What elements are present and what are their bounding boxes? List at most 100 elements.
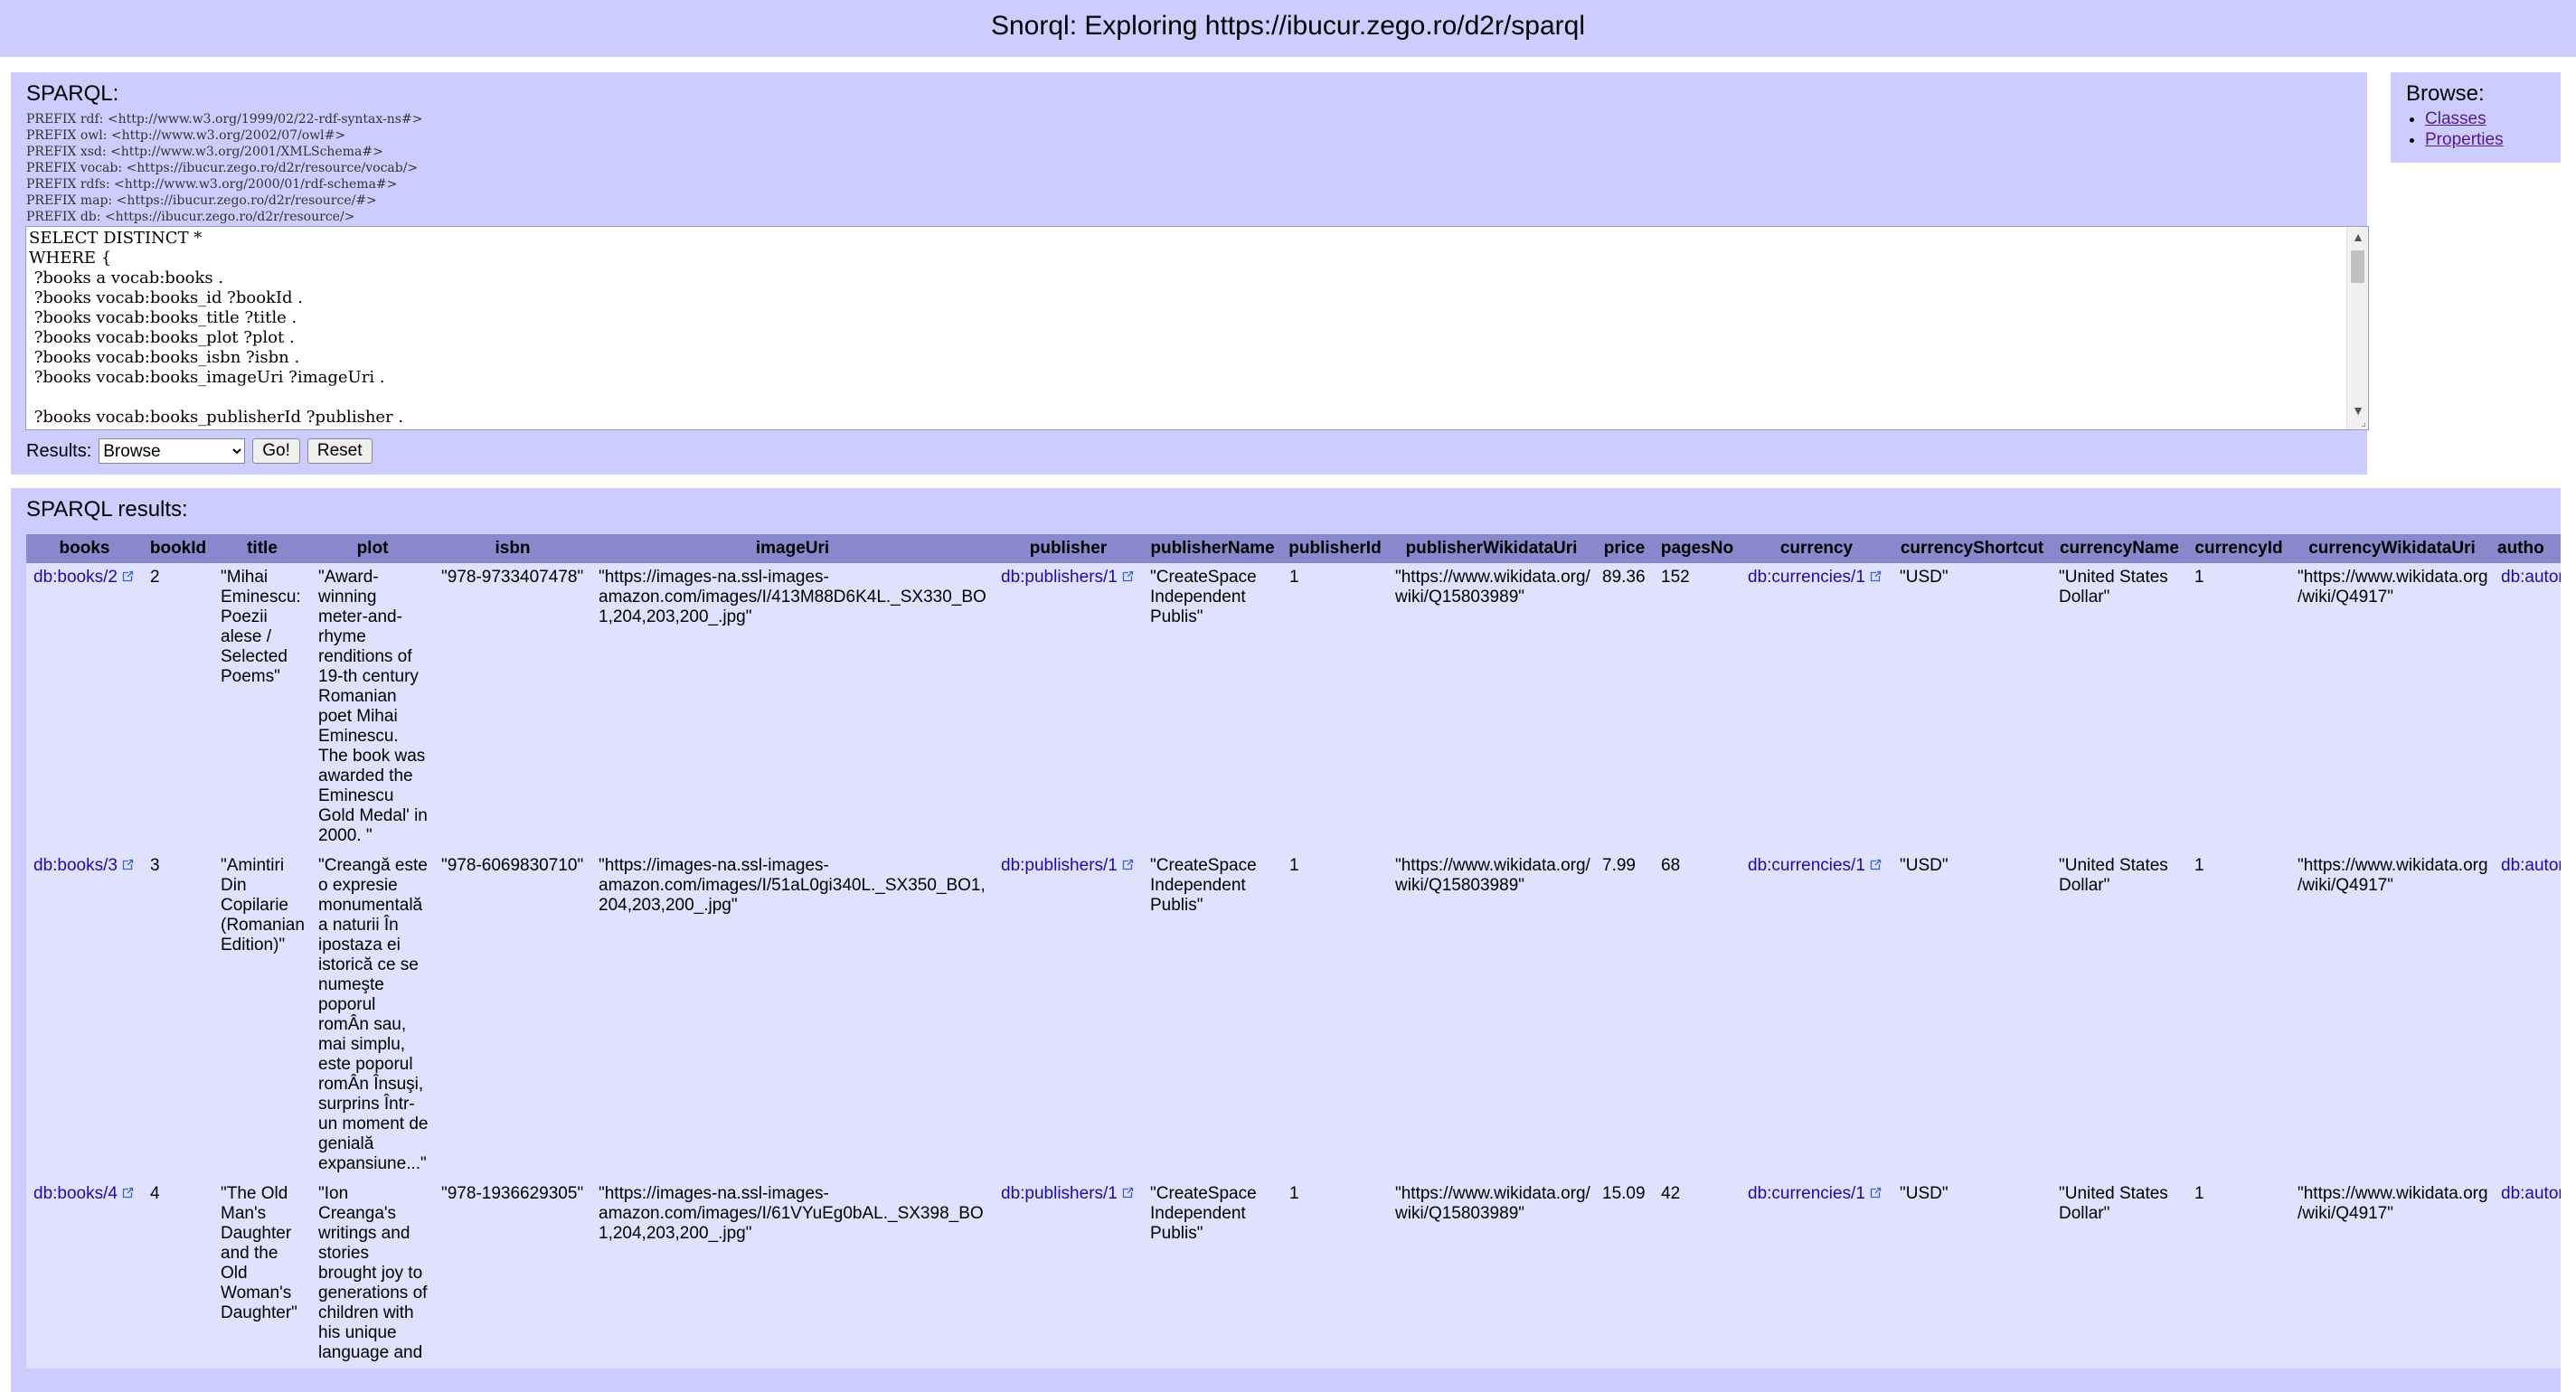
cell-publisherid: 1 <box>1282 851 1388 1180</box>
column-header[interactable]: currencyShortcut <box>1892 534 2052 563</box>
cell-publisherwikidatauri: "https://www.wikidata.org/wiki/Q15803989… <box>1388 563 1595 851</box>
results-format-select[interactable]: Browse <box>99 438 246 464</box>
external-link-icon[interactable] <box>1121 1187 1134 1199</box>
sparql-label: SPARQL: <box>26 81 119 106</box>
column-header[interactable]: publisherName <box>1143 534 1282 563</box>
external-link-icon[interactable] <box>1121 859 1134 871</box>
results-table: books bookId title plot isbn imageUri pu… <box>26 534 2561 1368</box>
external-link-icon[interactable] <box>1121 570 1134 583</box>
query-scrollbar[interactable]: ▲ ▼ <box>2346 227 2368 429</box>
cell-publisher: db:publishers/1 <box>994 563 1143 851</box>
column-header[interactable]: autho <box>2494 534 2561 563</box>
title-value: "Amintiri Din Copilarie (Romanian Editio… <box>221 856 305 955</box>
publisherName-value: "CreateSpace Independent Publis" <box>1150 568 1257 626</box>
column-header[interactable]: publisherWikidataUri <box>1388 534 1595 563</box>
publisherId-value: 1 <box>1289 856 1299 875</box>
cell-plot: "Award-winning meter-and-rhyme rendition… <box>311 563 434 851</box>
cell-isbn: "978-6069830710" <box>434 851 591 1180</box>
chevron-up-icon[interactable]: ▲ <box>2347 227 2368 247</box>
cell-pagesno: 68 <box>1654 851 1741 1180</box>
publisher-link[interactable]: db:publishers/1 <box>1001 568 1118 587</box>
author-link[interactable]: db:autors/ <box>2501 1184 2561 1203</box>
query-textarea[interactable]: SELECT DISTINCT * WHERE { ?books a vocab… <box>25 226 2369 430</box>
column-header[interactable]: currencyName <box>2052 534 2187 563</box>
cell-currencyshortcut: "USD" <box>1892 851 2052 1180</box>
cell-title: "Amintiri Din Copilarie (Romanian Editio… <box>213 851 311 1180</box>
results-panel: SPARQL results: books bookId title plot … <box>11 488 2561 1392</box>
currency-link[interactable]: db:currencies/1 <box>1748 856 1865 875</box>
query-text[interactable]: SELECT DISTINCT * WHERE { ?books a vocab… <box>26 227 2368 429</box>
scrollbar-thumb[interactable] <box>2351 250 2364 283</box>
cell-currency: db:currencies/1 <box>1741 1180 1892 1368</box>
bookId-value: 3 <box>150 856 160 875</box>
books-link[interactable]: db:books/2 <box>33 568 118 587</box>
column-header[interactable]: price <box>1595 534 1654 563</box>
column-header[interactable]: plot <box>311 534 434 563</box>
external-link-icon[interactable] <box>121 859 134 871</box>
cell-books: db:books/2 <box>26 563 143 851</box>
publisherWikidataUri-value: "https://www.wikidata.org/wiki/Q15803989… <box>1395 856 1590 895</box>
currency-link[interactable]: db:currencies/1 <box>1748 1184 1865 1203</box>
classes-link[interactable]: Classes <box>2425 109 2486 128</box>
column-header[interactable]: pagesNo <box>1654 534 1741 563</box>
publisherWikidataUri-value: "https://www.wikidata.org/wiki/Q15803989… <box>1395 568 1590 607</box>
bookId-value: 2 <box>150 568 160 587</box>
cell-imageuri: "https://images-na.ssl-images-amazon.com… <box>591 1180 994 1368</box>
cell-bookid: 4 <box>143 1180 213 1368</box>
column-header[interactable]: publisher <box>994 534 1143 563</box>
pagesNo-value: 42 <box>1661 1184 1681 1203</box>
column-header[interactable]: books <box>26 534 143 563</box>
currencyWikidataUri-value: "https://www.wikidata.org/wiki/Q4917" <box>2298 1184 2488 1223</box>
external-link-icon[interactable] <box>121 1187 134 1199</box>
external-link-icon[interactable] <box>1869 570 1882 583</box>
books-link[interactable]: db:books/3 <box>33 856 118 875</box>
properties-link[interactable]: Properties <box>2425 130 2504 149</box>
cell-title: "The Old Man's Daughter and the Old Woma… <box>213 1180 311 1368</box>
column-header[interactable]: isbn <box>434 534 591 563</box>
cell-currencyname: "United States Dollar" <box>2052 1180 2187 1368</box>
title-value: "Mihai Eminescu: Poezii alese / Selected… <box>221 568 301 686</box>
reset-button[interactable]: Reset <box>307 438 373 464</box>
browse-list: Classes Properties <box>2407 108 2504 150</box>
currencyName-value: "United States Dollar" <box>2059 856 2168 895</box>
publisher-link[interactable]: db:publishers/1 <box>1001 856 1118 875</box>
external-link-icon[interactable] <box>1869 859 1882 871</box>
cell-publisherid: 1 <box>1282 563 1388 851</box>
imageUri-value: "https://images-na.ssl-images-amazon.com… <box>599 856 986 915</box>
cell-price: 89.36 <box>1595 563 1654 851</box>
price-value: 7.99 <box>1602 856 1636 875</box>
author-link[interactable]: db:autors/ <box>2501 856 2561 875</box>
column-header[interactable]: publisherId <box>1282 534 1388 563</box>
resize-grip-icon[interactable]: ⌟ <box>2361 416 2366 428</box>
cell-author: db:autors/ <box>2494 1180 2561 1368</box>
cell-publisher: db:publishers/1 <box>994 1180 1143 1368</box>
column-header[interactable]: currencyId <box>2187 534 2290 563</box>
cell-currency: db:currencies/1 <box>1741 851 1892 1180</box>
bookId-value: 4 <box>150 1184 160 1203</box>
browse-item-properties: Properties <box>2425 129 2504 150</box>
column-header[interactable]: bookId <box>143 534 213 563</box>
column-header[interactable]: currencyWikidataUri <box>2290 534 2494 563</box>
author-link[interactable]: db:autors/ <box>2501 568 2561 587</box>
cell-publisherid: 1 <box>1282 1180 1388 1368</box>
currencyId-value: 1 <box>2194 856 2204 875</box>
plot-value: "Award-winning meter-and-rhyme rendition… <box>318 568 428 845</box>
cell-imageuri: "https://images-na.ssl-images-amazon.com… <box>591 851 994 1180</box>
column-header[interactable]: title <box>213 534 311 563</box>
cell-currencyshortcut: "USD" <box>1892 1180 2052 1368</box>
external-link-icon[interactable] <box>1869 1187 1882 1199</box>
go-button[interactable]: Go! <box>252 438 300 464</box>
browse-label: Browse: <box>2406 81 2485 106</box>
cell-price: 7.99 <box>1595 851 1654 1180</box>
isbn-value: "978-6069830710" <box>441 856 584 875</box>
external-link-icon[interactable] <box>121 570 134 583</box>
currency-link[interactable]: db:currencies/1 <box>1748 568 1865 587</box>
publisher-link[interactable]: db:publishers/1 <box>1001 1184 1118 1203</box>
page-header: Snorql: Exploring https://ibucur.zego.ro… <box>0 0 2576 57</box>
cell-currencyshortcut: "USD" <box>1892 563 2052 851</box>
price-value: 89.36 <box>1602 568 1646 587</box>
books-link[interactable]: db:books/4 <box>33 1184 118 1203</box>
column-header[interactable]: currency <box>1741 534 1892 563</box>
currencyName-value: "United States Dollar" <box>2059 568 2168 607</box>
column-header[interactable]: imageUri <box>591 534 994 563</box>
